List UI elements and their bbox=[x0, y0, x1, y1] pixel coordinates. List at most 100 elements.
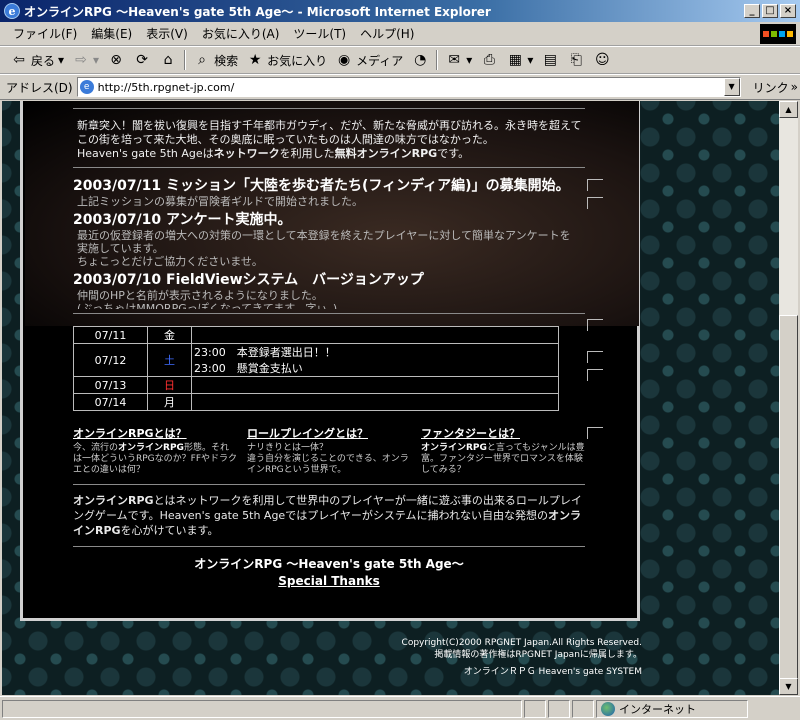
event-calendar: 07/11 金 07/12 土 23:00 本登録者選出日！！ 23:00 懸賞… bbox=[73, 326, 559, 411]
window-title: オンラインRPG ～Heaven's gate 5th Age～ - Micro… bbox=[24, 4, 491, 19]
discuss-button[interactable]: ▤ bbox=[537, 49, 563, 71]
search-button[interactable]: ⌕ 検索 bbox=[189, 49, 242, 71]
scroll-thumb[interactable] bbox=[779, 315, 798, 695]
news-headline: 2003/07/10 FieldViewシステム バージョンアップ bbox=[73, 272, 424, 288]
title-bar: e オンラインRPG ～Heaven's gate 5th Age～ - Mic… bbox=[0, 0, 800, 22]
ie-logo-icon[interactable]: e bbox=[4, 3, 20, 19]
intro-using: を利用した bbox=[279, 147, 335, 160]
footer-title: オンラインRPG ～Heaven's gate 5th Age～ bbox=[194, 557, 464, 571]
stop-button[interactable]: ⊗ bbox=[103, 49, 129, 71]
status-pane bbox=[524, 699, 546, 718]
content-column: 新章突入！闇を祓い復興を目指す千年都市ガウディ、だが、新たな脅威が再び訪れる。永… bbox=[25, 101, 639, 588]
menu-help[interactable]: ヘルプ(H) bbox=[353, 23, 421, 44]
links-button[interactable]: リンク » bbox=[753, 79, 798, 96]
edit-button[interactable]: ▦ ▾ bbox=[502, 49, 537, 71]
calendar-weekday: 月 bbox=[147, 393, 192, 411]
menu-file[interactable]: ファイル(F) bbox=[6, 23, 84, 44]
history-icon: ◔ bbox=[414, 52, 427, 68]
dropdown-arrow-icon: ▾ bbox=[466, 53, 473, 67]
frame-decoration bbox=[587, 197, 603, 209]
calendar-row: 07/14 月 bbox=[73, 393, 559, 411]
minimize-button[interactable]: _ bbox=[744, 4, 760, 18]
scroll-down-button[interactable]: ▼ bbox=[779, 678, 798, 695]
menu-tools[interactable]: ツール(T) bbox=[286, 23, 353, 44]
scroll-up-button[interactable]: ▲ bbox=[779, 101, 798, 118]
status-pane bbox=[548, 699, 570, 718]
print-icon: ⎙ bbox=[483, 52, 495, 68]
windows-logo-icon bbox=[760, 24, 796, 44]
about-text-bold: オンラインRPG bbox=[421, 443, 487, 453]
calendar-date: 07/13 bbox=[73, 376, 148, 394]
frame-decoration bbox=[587, 319, 603, 331]
calendar-event: 23:00 懸賞金支払い bbox=[194, 362, 303, 375]
favorites-button[interactable]: ★ お気に入り bbox=[242, 49, 331, 71]
about-fantasy-link[interactable]: ファンタジーとは？ bbox=[421, 425, 585, 441]
zone-label: インターネット bbox=[619, 702, 696, 716]
frame-decoration bbox=[587, 179, 603, 191]
menu-edit[interactable]: 編集(E) bbox=[84, 23, 139, 44]
page-icon: e bbox=[79, 80, 94, 94]
menu-favorites[interactable]: お気に入り(A) bbox=[195, 23, 287, 44]
toolbar-separator bbox=[184, 50, 187, 70]
history-button[interactable]: ◔ bbox=[407, 49, 433, 71]
calendar-event: 23:00 本登録者選出日！！ bbox=[194, 346, 336, 359]
forward-button[interactable]: ⇨ ▾ bbox=[68, 49, 103, 71]
copyright-line: 掲載情報の著作権はRPGNET Japanに帰属します。 bbox=[434, 650, 642, 660]
content-panel: 新章突入！闇を祓い復興を目指す千年都市ガウディ、だが、新たな脅威が再び訪れる。永… bbox=[20, 101, 640, 621]
security-zone: インターネット bbox=[596, 699, 748, 718]
about-online-rpg: オンラインRPGとは？ 今、流行のオンラインRPG形態。それは一体どういうRPG… bbox=[73, 425, 237, 476]
back-button[interactable]: ⇦ 戻る ▾ bbox=[6, 49, 68, 71]
calendar-weekday: 日 bbox=[147, 376, 192, 394]
special-thanks-link[interactable]: Special Thanks bbox=[73, 574, 585, 588]
outro-bold: オンラインRPG bbox=[73, 494, 154, 507]
home-button[interactable]: ⌂ bbox=[155, 49, 181, 71]
status-pane bbox=[572, 699, 594, 718]
calendar-row: 07/13 日 bbox=[73, 376, 559, 394]
stop-icon: ⊗ bbox=[110, 52, 122, 68]
status-bar: インターネット bbox=[0, 696, 800, 720]
about-text-part: ナリきりとは一体？ bbox=[247, 443, 329, 453]
about-columns: オンラインRPGとは？ 今、流行のオンラインRPG形態。それは一体どういうRPG… bbox=[73, 425, 585, 476]
mail-button[interactable]: ✉ ▾ bbox=[441, 49, 476, 71]
print-button[interactable]: ⎙ bbox=[476, 49, 502, 71]
intro-end: です。 bbox=[437, 147, 470, 160]
about-online-rpg-link[interactable]: オンラインRPGとは？ bbox=[73, 425, 237, 441]
about-fantasy: ファンタジーとは？ オンラインRPGと言ってもジャンルは豊富。ファンタジー世界で… bbox=[421, 425, 585, 476]
calendar-date: 07/12 bbox=[73, 343, 148, 377]
maximize-button[interactable]: □ bbox=[762, 4, 778, 18]
copyright: Copyright(C)2000 RPGNET Japan.All Rights… bbox=[342, 637, 642, 661]
calendar-events bbox=[191, 393, 559, 411]
news-body: ちょこっとだけご協力くださいませ。 bbox=[77, 255, 263, 268]
about-text-part: 違う自分を演じることのできる、オンラインRPGという世界で。 bbox=[247, 454, 409, 475]
messenger-button[interactable]: ☺ bbox=[589, 49, 615, 71]
vertical-scrollbar[interactable]: ▲ ▼ bbox=[779, 101, 798, 695]
research-icon: ⎗ bbox=[570, 52, 582, 68]
outro-part: を心がけています。 bbox=[120, 524, 219, 537]
search-label: 検索 bbox=[214, 53, 239, 68]
media-label: メディア bbox=[356, 53, 404, 68]
favorites-icon: ★ bbox=[248, 52, 262, 68]
home-icon: ⌂ bbox=[163, 52, 173, 68]
close-button[interactable]: × bbox=[780, 4, 796, 18]
intro-text: 新章突入！闇を祓い復興を目指す千年都市ガウディ、だが、新たな脅威が再び訪れる。永… bbox=[73, 109, 585, 167]
divider bbox=[73, 546, 585, 547]
menu-view[interactable]: 表示(V) bbox=[139, 23, 195, 44]
about-role-playing-link[interactable]: ロールプレイングとは？ bbox=[247, 425, 411, 441]
calendar-date: 07/11 bbox=[73, 326, 148, 344]
forward-arrow-icon: ⇨ bbox=[75, 52, 87, 68]
media-button[interactable]: ◉ メディア bbox=[331, 49, 407, 71]
research-button[interactable]: ⎗ bbox=[563, 49, 589, 71]
calendar-events: 23:00 本登録者選出日！！ 23:00 懸賞金支払い bbox=[191, 343, 559, 377]
refresh-button[interactable]: ⟳ bbox=[129, 49, 155, 71]
news-headline: 2003/07/10 アンケート実施中。 bbox=[73, 212, 292, 228]
calendar-weekday: 金 bbox=[147, 326, 192, 344]
calendar-events bbox=[191, 326, 559, 344]
about-text-bold: オンラインRPG bbox=[118, 443, 184, 453]
back-label: 戻る bbox=[31, 53, 56, 68]
address-input[interactable]: e http://5th.rpgnet-jp.com/ ▼ bbox=[76, 77, 741, 97]
page-viewport: 新章突入！闇を祓い復興を目指す千年都市ガウディ、だが、新たな脅威が再び訪れる。永… bbox=[2, 101, 779, 695]
system-credit: オンラインＲＰＧ Heaven's gate SYSTEM bbox=[463, 667, 642, 677]
calendar-events bbox=[191, 376, 559, 394]
address-dropdown-button[interactable]: ▼ bbox=[723, 78, 740, 96]
news-headline: 2003/07/11 ミッション「大陸を歩む者たち(フィンディア編)」の募集開始… bbox=[73, 178, 570, 194]
